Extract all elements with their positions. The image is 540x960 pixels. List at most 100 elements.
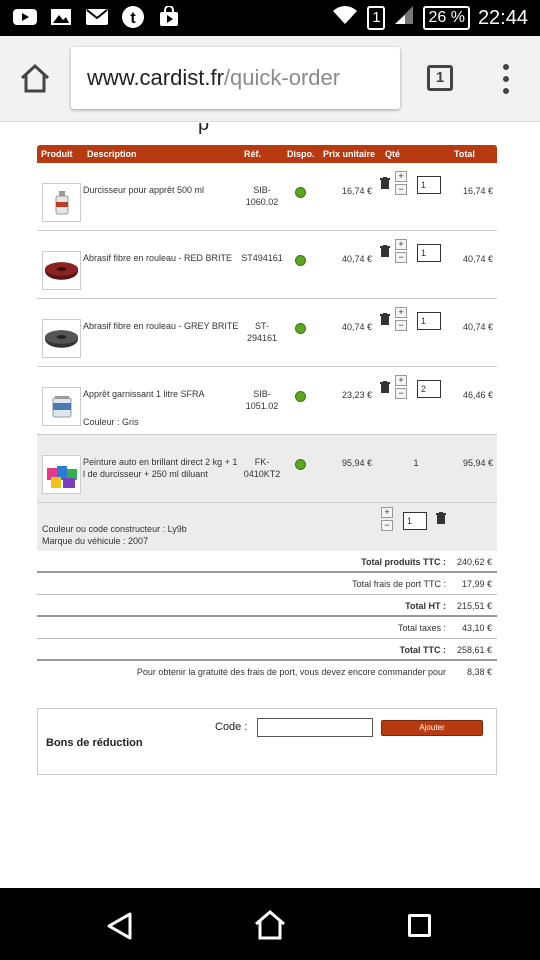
unit-price: 95,94 €: [341, 458, 372, 468]
trash-icon: [380, 245, 390, 257]
home-button[interactable]: [18, 62, 52, 96]
header-prix: Prix unitaire: [323, 149, 376, 159]
increment-button[interactable]: +: [395, 239, 407, 250]
product-description[interactable]: Apprêt garnissant 1 litre SFRA: [83, 388, 241, 400]
increment-button[interactable]: +: [395, 375, 407, 386]
youtube-icon: [12, 6, 38, 28]
decrement-button[interactable]: −: [381, 520, 393, 531]
primer-can-icon: [52, 395, 71, 417]
url-domain: www.cardist.fr: [87, 65, 224, 90]
table-row: Apprêt garnissant 1 litre SFRA Couleur :…: [37, 367, 497, 435]
totals-section: Total produits TTC : 240,62 € Total frai…: [37, 551, 497, 683]
header-dispo: Dispo.: [287, 149, 315, 159]
table-row: Peinture auto en brillant direct 2 kg + …: [37, 435, 497, 503]
url-path: /quick-order: [223, 65, 341, 90]
home-nav-button[interactable]: [253, 910, 287, 945]
unit-price: 40,74 €: [341, 254, 372, 264]
total-port-label: Total frais de port TTC :: [352, 579, 446, 589]
home-icon: [20, 63, 50, 93]
increment-button[interactable]: +: [395, 171, 407, 182]
table-row: Abrasif fibre en rouleau - RED BRITE ST4…: [37, 231, 497, 299]
product-thumbnail[interactable]: [42, 387, 81, 426]
product-description[interactable]: Durcisseur pour apprêt 500 ml: [83, 184, 241, 196]
quantity-input[interactable]: 1: [403, 512, 427, 530]
total-row: Total HT : 215,51 €: [37, 595, 497, 617]
trash-icon: [380, 313, 390, 325]
decrement-button[interactable]: −: [395, 184, 407, 195]
line-total: 95,94 €: [462, 458, 493, 468]
unit-price: 23,23 €: [341, 390, 372, 400]
browser-menu-button[interactable]: [500, 64, 512, 94]
product-thumbnail[interactable]: [42, 183, 81, 222]
decrement-button[interactable]: −: [395, 388, 407, 399]
delete-button[interactable]: [436, 512, 446, 524]
voucher-apply-button[interactable]: Ajouter: [381, 720, 483, 736]
page-heading-cut: p: [198, 123, 210, 135]
total-produits-label: Total produits TTC :: [361, 557, 446, 567]
product-description[interactable]: Abrasif fibre en rouleau - RED BRITE: [83, 252, 241, 264]
line-total: 16,74 €: [462, 186, 493, 196]
status-bar: t 1 26 % 22:44: [0, 0, 540, 36]
back-button[interactable]: [106, 912, 134, 945]
quantity-stepper: + −: [395, 375, 407, 403]
increment-button[interactable]: +: [381, 507, 393, 518]
delete-button[interactable]: [380, 381, 390, 393]
decrement-button[interactable]: −: [395, 252, 407, 263]
hardener-bottle-icon: [55, 190, 68, 214]
unit-price: 16,74 €: [341, 186, 372, 196]
voucher-code-label: Code :: [215, 721, 248, 733]
product-thumbnail[interactable]: [42, 455, 81, 494]
voucher-title: Bons de réduction: [46, 737, 143, 749]
quantity-stepper: + −: [395, 307, 407, 335]
product-description[interactable]: Peinture auto en brillant direct 2 kg + …: [83, 456, 241, 480]
quantity-input[interactable]: 1: [417, 312, 441, 330]
trash-icon: [380, 381, 390, 393]
delete-button[interactable]: [380, 313, 390, 325]
wifi-icon: [331, 4, 359, 32]
voucher-code-input[interactable]: [257, 718, 373, 737]
trash-icon: [380, 177, 390, 189]
total-row: Pour obtenir la gratuité des frais de po…: [37, 661, 497, 683]
free-shipping-label: Pour obtenir la gratuité des frais de po…: [136, 667, 446, 677]
decrement-button[interactable]: −: [395, 320, 407, 331]
product-description[interactable]: Abrasif fibre en rouleau - GREY BRITE: [83, 320, 241, 332]
total-taxes-value: 43,10 €: [461, 623, 492, 633]
quantity-input[interactable]: 1: [417, 244, 441, 262]
product-thumbnail[interactable]: [42, 251, 81, 290]
total-row: Total frais de port TTC : 17,99 €: [37, 573, 497, 595]
tab-switcher-button[interactable]: 1: [427, 65, 453, 91]
menu-dot: [503, 76, 509, 82]
header-qte: Qté: [385, 149, 401, 159]
delete-button[interactable]: [380, 177, 390, 189]
table-row: Durcisseur pour apprêt 500 ml SIB-1060.0…: [37, 163, 497, 231]
grey-abrasive-roll-icon: [44, 329, 79, 348]
quantity-input[interactable]: 2: [417, 380, 441, 398]
tumblr-icon: t: [120, 6, 146, 28]
red-abrasive-roll-icon: [44, 261, 79, 280]
menu-dot: [503, 88, 509, 94]
total-row: Total TTC : 258,61 €: [37, 639, 497, 661]
delete-button[interactable]: [380, 245, 390, 257]
recent-apps-button[interactable]: [408, 914, 431, 937]
gallery-icon: [48, 6, 74, 28]
availability-icon: [295, 323, 306, 334]
quantity-input[interactable]: 1: [417, 176, 441, 194]
total-row: Total produits TTC : 240,62 €: [37, 551, 497, 573]
total-ht-label: Total HT :: [405, 601, 446, 611]
signal-icon: [393, 4, 415, 32]
unit-price: 40,74 €: [341, 322, 372, 332]
line-total: 40,74 €: [462, 254, 493, 264]
increment-button[interactable]: +: [395, 307, 407, 318]
voucher-box: Bons de réduction Code : Ajouter: [37, 708, 497, 775]
product-ref: SIB-1060.02: [245, 185, 279, 207]
url-bar[interactable]: www.cardist.fr/quick-order: [71, 47, 400, 109]
header-total: Total: [454, 149, 475, 159]
trash-icon: [436, 512, 446, 524]
product-thumbnail[interactable]: [42, 319, 81, 358]
total-port-value: 17,99 €: [461, 579, 492, 589]
home-nav-icon: [255, 910, 285, 940]
cart-table-header: Produit Description Réf. Dispo. Prix uni…: [37, 145, 497, 163]
line-total: 40,74 €: [462, 322, 493, 332]
free-shipping-value: 8,38 €: [466, 667, 492, 677]
total-ht-value: 215,51 €: [456, 601, 492, 611]
